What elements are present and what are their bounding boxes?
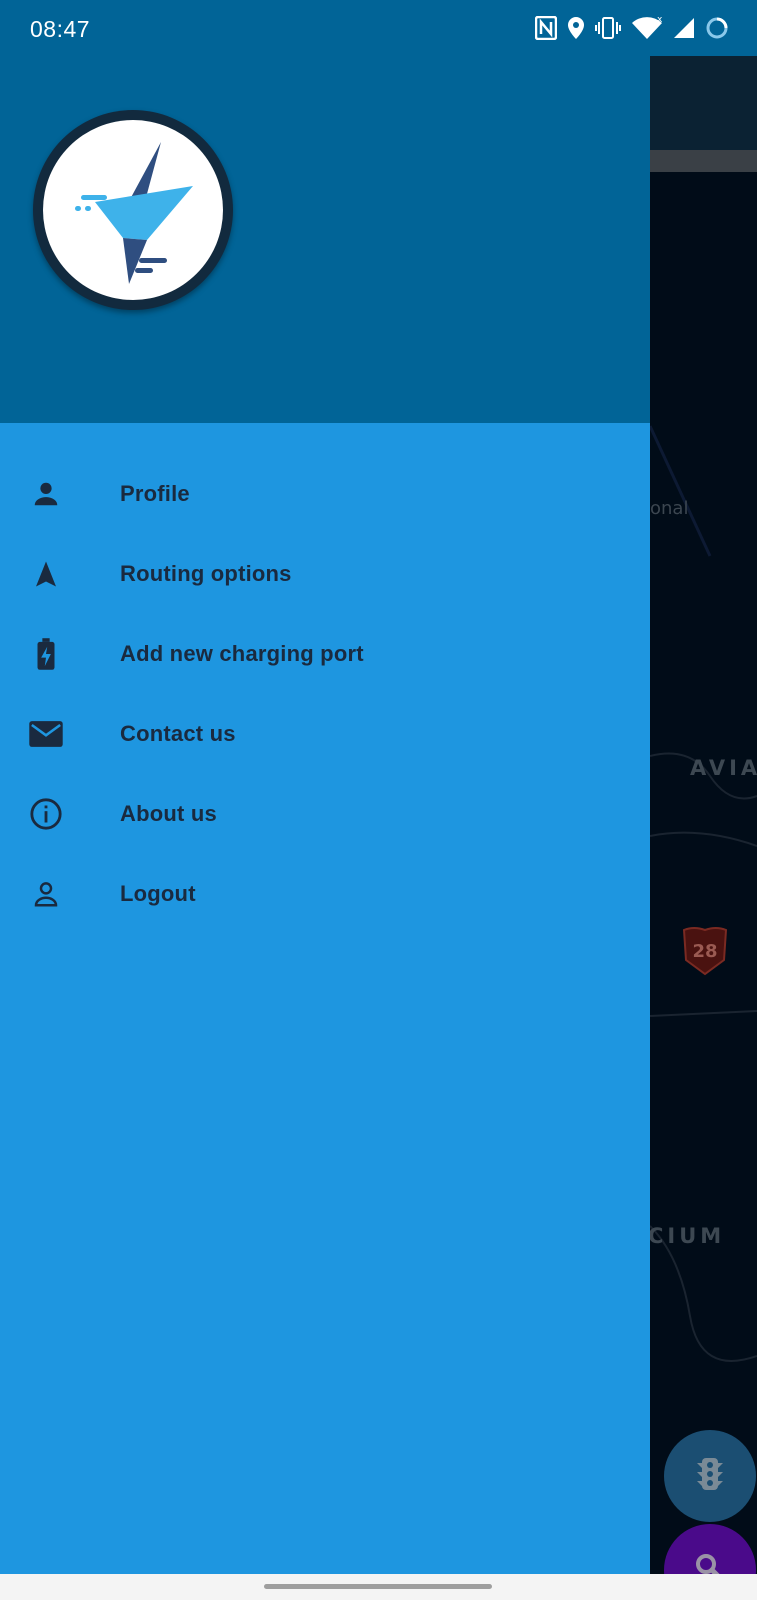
navigation-arrow-icon: [28, 556, 64, 592]
battery-charging-icon: [28, 636, 64, 672]
menu-item-logout[interactable]: Logout: [0, 854, 650, 934]
navigation-drawer: Profile Routing options Add new charging…: [0, 56, 650, 1574]
map-label: CIUM: [648, 1224, 726, 1248]
app-logo: [33, 110, 233, 310]
status-bar: 08:47 x: [0, 0, 757, 56]
drawer-header: [0, 56, 650, 423]
home-gesture-handle[interactable]: [264, 1584, 492, 1589]
menu-item-label: Logout: [120, 881, 196, 906]
map-roads: [650, 425, 757, 1362]
menu-item-label: Contact us: [120, 721, 236, 746]
mail-icon: [28, 716, 64, 752]
location-icon: [567, 16, 585, 40]
lightning-bolt-icon: [43, 120, 223, 300]
system-navigation-bar: [0, 1574, 757, 1600]
menu-item-about-us[interactable]: About us: [0, 774, 650, 854]
map-label: onal: [650, 498, 689, 519]
info-icon: [28, 796, 64, 832]
route-shield: 28: [680, 924, 730, 976]
status-time: 08:47: [30, 16, 91, 42]
menu-item-label: About us: [120, 801, 217, 826]
menu-item-profile[interactable]: Profile: [0, 454, 650, 534]
svg-text:x: x: [657, 16, 663, 25]
menu-item-add-charging-port[interactable]: Add new charging port: [0, 614, 650, 694]
traffic-button[interactable]: [664, 1430, 756, 1522]
person-icon: [28, 476, 64, 512]
menu-item-routing-options[interactable]: Routing options: [0, 534, 650, 614]
menu-item-label: Profile: [120, 481, 190, 506]
route-shield-number: 28: [692, 941, 717, 962]
menu-item-label: Routing options: [120, 561, 292, 586]
person-outline-icon: [28, 876, 64, 912]
menu-item-contact-us[interactable]: Contact us: [0, 694, 650, 774]
signal-icon: [673, 17, 695, 39]
map-label: AVIA: [690, 756, 757, 780]
loading-icon: [705, 16, 729, 40]
status-icons: x: [535, 14, 729, 42]
traffic-light-icon: [695, 1457, 725, 1496]
nfc-icon: [535, 16, 557, 40]
drawer-menu: Profile Routing options Add new charging…: [0, 454, 650, 934]
vibrate-icon: [595, 16, 621, 40]
search-icon: [694, 1552, 726, 1574]
menu-item-label: Add new charging port: [120, 641, 364, 666]
wifi-icon: x: [631, 16, 663, 40]
